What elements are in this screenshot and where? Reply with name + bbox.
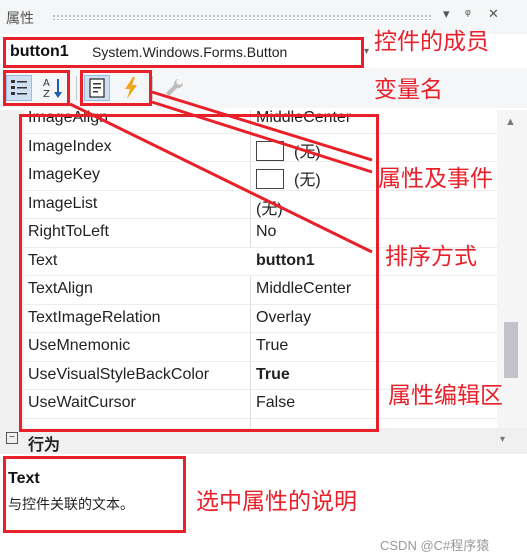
scroll-down-arrow[interactable]: ▾ [500, 434, 505, 445]
dropdown-icon[interactable]: ▾ [443, 6, 450, 22]
scroll-up-arrow[interactable]: ▲ [505, 116, 516, 128]
annotation-member-var: 控件的成员 [374, 28, 489, 54]
annotation-box-edit-area [19, 114, 379, 432]
chevron-down-icon[interactable]: ▾ [364, 46, 369, 57]
annotation-box-sort [3, 70, 70, 106]
panel-title: 属性 [6, 10, 34, 26]
annotation-box-props-events [80, 70, 152, 106]
annotation-box-description [3, 456, 186, 533]
scrollbar-thumb[interactable] [504, 322, 518, 378]
annotation-sort-mode: 排序方式 [385, 243, 477, 269]
collapse-icon[interactable]: − [6, 432, 18, 444]
annotation-edit-area: 属性编辑区 [388, 382, 503, 408]
category-label: 行为 [28, 437, 61, 454]
property-pages-button[interactable] [162, 75, 188, 101]
annotation-box-selector [3, 37, 364, 68]
annotation-member-var-2: 变量名 [374, 76, 443, 102]
toolbar-divider [152, 76, 153, 100]
close-icon[interactable]: ✕ [488, 6, 499, 22]
title-grip[interactable] [52, 14, 432, 20]
annotation-desc-area: 选中属性的说明 [196, 488, 357, 514]
annotation-props-events: 属性及事件 [378, 165, 493, 191]
pin-icon[interactable]: ᵠ [465, 6, 471, 21]
wrench-icon [166, 78, 184, 96]
watermark: CSDN @C#程序猿 [380, 538, 490, 553]
toolbar-divider [76, 76, 77, 100]
